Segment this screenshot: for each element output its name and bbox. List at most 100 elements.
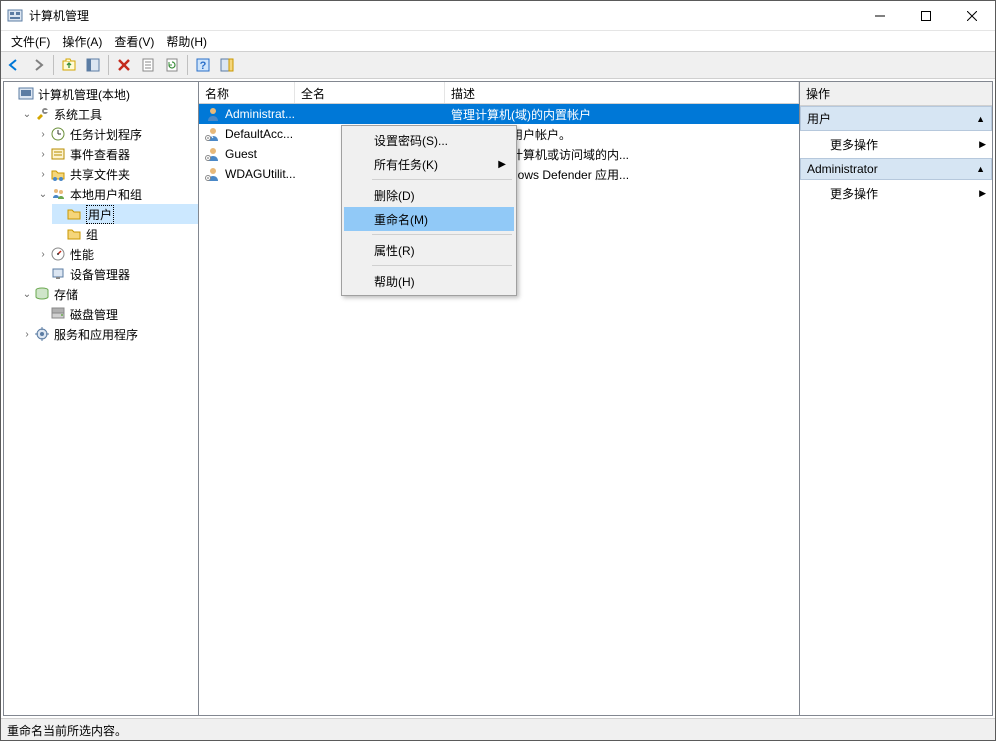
tree-device-manager[interactable]: 设备管理器 xyxy=(36,264,198,284)
tree-task-scheduler[interactable]: › 任务计划程序 xyxy=(36,124,198,144)
twisty-collapsed-icon[interactable]: › xyxy=(36,169,50,180)
collapse-icon: ▲ xyxy=(976,164,985,174)
tree-services-apps[interactable]: › 服务和应用程序 xyxy=(20,324,198,344)
close-button[interactable] xyxy=(949,1,995,31)
user-icon xyxy=(205,126,221,142)
twisty-expanded-icon[interactable]: ⌄ xyxy=(36,189,50,200)
menubar: 文件(F) 操作(A) 查看(V) 帮助(H) xyxy=(1,31,995,51)
tree-pane[interactable]: 计算机管理(本地) ⌄ 系统工具 › 任务计划程序 › 事件查看器 › 共享文件夹 xyxy=(4,82,199,715)
twisty-collapsed-icon[interactable]: › xyxy=(20,329,34,340)
cm-label: 设置密码(S)... xyxy=(374,132,448,149)
toolbar-up[interactable] xyxy=(58,54,80,76)
services-icon xyxy=(34,326,50,342)
tree-label: 组 xyxy=(86,226,98,243)
submenu-arrow-icon: ▶ xyxy=(979,188,986,199)
cm-properties[interactable]: 属性(R) xyxy=(344,238,514,262)
menu-action[interactable]: 操作(A) xyxy=(56,31,108,52)
tree-disk-mgmt[interactable]: 磁盘管理 xyxy=(36,304,198,324)
cm-delete[interactable]: 删除(D) xyxy=(344,183,514,207)
cm-help[interactable]: 帮助(H) xyxy=(344,269,514,293)
col-description[interactable]: 描述 xyxy=(445,82,799,103)
menu-file[interactable]: 文件(F) xyxy=(5,31,56,52)
collapse-icon: ▲ xyxy=(976,114,985,124)
cell-name: Guest xyxy=(225,147,257,161)
tree-label: 事件查看器 xyxy=(70,146,130,163)
shared-folder-icon xyxy=(50,166,66,182)
actions-section-label: 用户 xyxy=(807,110,831,127)
col-name[interactable]: 名称 xyxy=(199,82,295,103)
tree-label: 计算机管理(本地) xyxy=(38,86,130,103)
tree-performance[interactable]: › 性能 xyxy=(36,244,198,264)
tree-storage[interactable]: ⌄ 存储 xyxy=(20,284,198,304)
window-controls xyxy=(857,1,995,31)
device-icon xyxy=(50,266,66,282)
actions-section-users[interactable]: 用户 ▲ xyxy=(800,106,992,131)
toolbar-show-hide[interactable] xyxy=(82,54,104,76)
tree-label: 存储 xyxy=(54,286,78,303)
tree-label: 磁盘管理 xyxy=(70,306,118,323)
tree-label: 服务和应用程序 xyxy=(54,326,138,343)
toolbar-sep xyxy=(108,55,109,75)
twisty-expanded-icon[interactable]: ⌄ xyxy=(20,289,34,300)
tree-groups[interactable]: 组 xyxy=(52,224,198,244)
computer-mgmt-icon xyxy=(18,86,34,102)
performance-icon xyxy=(50,246,66,262)
clock-icon xyxy=(50,126,66,142)
cm-rename[interactable]: 重命名(M) xyxy=(344,207,514,231)
tree-users[interactable]: 用户 xyxy=(52,204,198,224)
actions-more-2[interactable]: 更多操作 ▶ xyxy=(800,180,992,207)
cm-label: 属性(R) xyxy=(374,242,415,259)
tree-system-tools[interactable]: ⌄ 系统工具 xyxy=(20,104,198,124)
twisty-collapsed-icon[interactable]: › xyxy=(36,149,50,160)
twisty-collapsed-icon[interactable]: › xyxy=(36,129,50,140)
maximize-button[interactable] xyxy=(903,1,949,31)
tree-label: 设备管理器 xyxy=(70,266,130,283)
actions-pane: 操作 用户▲ 更多操作▶ Administrator▲ 更多操作▶ xyxy=(800,82,992,715)
actions-item-label: 更多操作 xyxy=(830,136,878,153)
toolbar-action-pane[interactable] xyxy=(216,54,238,76)
col-fullname[interactable]: 全名 xyxy=(295,82,445,103)
tree-shared-folders[interactable]: › 共享文件夹 xyxy=(36,164,198,184)
toolbar-properties[interactable] xyxy=(137,54,159,76)
twisty-collapsed-icon[interactable]: › xyxy=(36,249,50,260)
submenu-arrow-icon: ▶ xyxy=(498,159,506,170)
toolbar-forward[interactable] xyxy=(27,54,49,76)
user-icon xyxy=(205,166,221,182)
disk-icon xyxy=(50,306,66,322)
menu-help[interactable]: 帮助(H) xyxy=(160,31,213,52)
folder-icon xyxy=(66,206,82,222)
tree-event-viewer[interactable]: › 事件查看器 xyxy=(36,144,198,164)
cm-separator xyxy=(372,265,512,266)
actions-item-label: 更多操作 xyxy=(830,185,878,202)
cm-separator xyxy=(372,234,512,235)
tree-label: 用户 xyxy=(86,205,114,224)
cell-name: WDAGUtilit... xyxy=(225,167,295,181)
menu-view[interactable]: 查看(V) xyxy=(108,31,160,52)
folder-icon xyxy=(66,226,82,242)
window-title: 计算机管理 xyxy=(29,7,857,24)
twisty-expanded-icon[interactable]: ⌄ xyxy=(20,109,34,120)
user-icon xyxy=(205,106,221,122)
svg-text:?: ? xyxy=(200,60,207,72)
actions-more-1[interactable]: 更多操作▶ xyxy=(800,131,992,158)
tree-label: 系统工具 xyxy=(54,106,102,123)
toolbar: ? xyxy=(1,51,995,79)
tree-local-users-groups[interactable]: ⌄本地用户和组 xyxy=(36,184,198,204)
toolbar-help[interactable]: ? xyxy=(192,54,214,76)
tree-label: 性能 xyxy=(70,246,94,263)
actions-section-administrator[interactable]: Administrator▲ xyxy=(800,158,992,180)
cm-label: 删除(D) xyxy=(374,187,415,204)
minimize-button[interactable] xyxy=(857,1,903,31)
cm-set-password[interactable]: 设置密码(S)... xyxy=(344,128,514,152)
tree-label: 任务计划程序 xyxy=(70,126,142,143)
toolbar-delete[interactable] xyxy=(113,54,135,76)
tree-root[interactable]: 计算机管理(本地) xyxy=(4,84,198,104)
toolbar-refresh[interactable] xyxy=(161,54,183,76)
toolbar-back[interactable] xyxy=(3,54,25,76)
list-row[interactable]: Administrat... 管理计算机(域)的内置帐户 xyxy=(199,104,799,124)
cell-name: DefaultAcc... xyxy=(225,127,293,141)
cm-all-tasks[interactable]: 所有任务(K)▶ xyxy=(344,152,514,176)
tree-label: 共享文件夹 xyxy=(70,166,130,183)
toolbar-sep xyxy=(53,55,54,75)
actions-title: 操作 xyxy=(800,82,992,106)
